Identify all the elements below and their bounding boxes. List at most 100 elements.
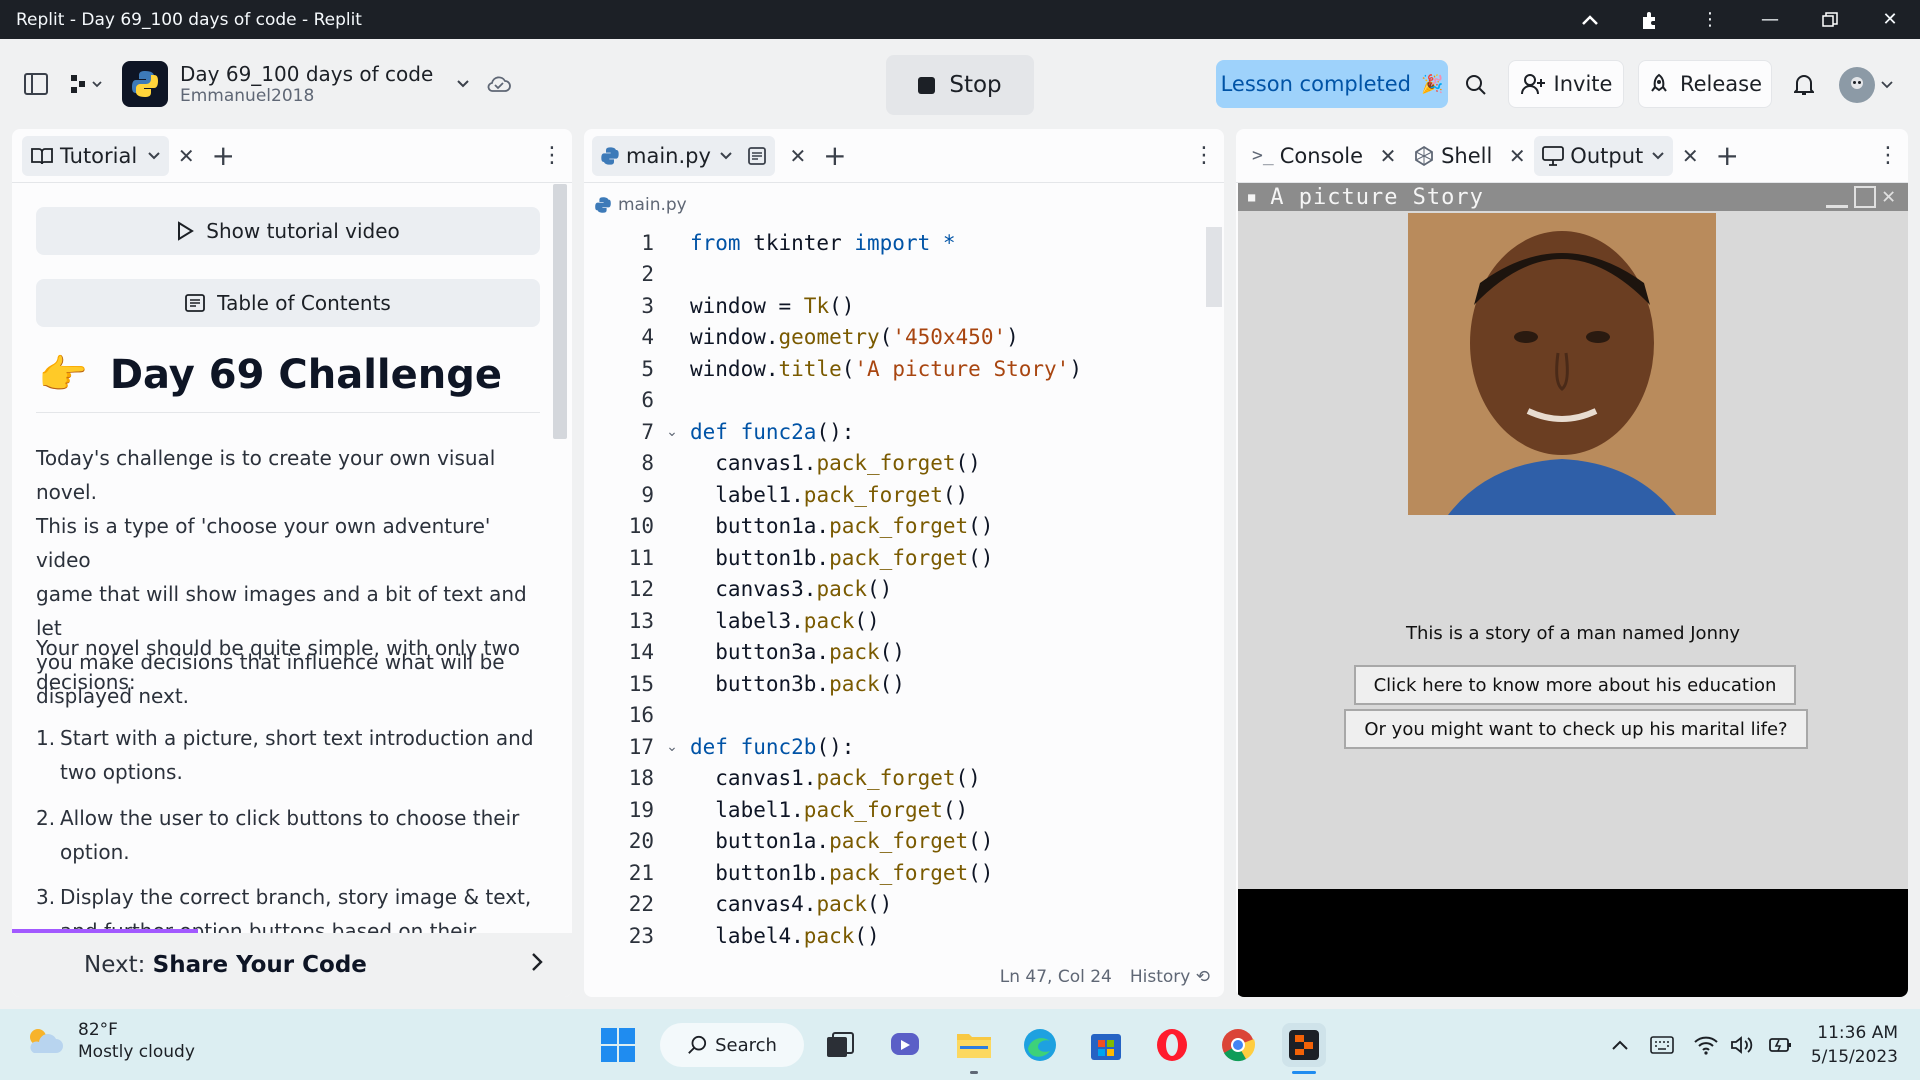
document-icon [748,146,766,165]
chevron-down-icon[interactable] [445,79,481,89]
microsoft-store-icon[interactable] [1084,1023,1128,1067]
chrome-browser-icon[interactable] [1216,1023,1260,1067]
add-tab-button[interactable]: + [203,139,243,172]
tk-menu-icon[interactable]: ■ [1248,190,1256,204]
code-line[interactable]: 3 window = Tk() [584,290,1204,322]
stop-button[interactable]: Stop [886,55,1034,115]
tab-main-py[interactable]: main.py [592,135,775,176]
battery-charging-icon[interactable] [1762,1023,1798,1067]
taskbar-search[interactable]: Search [660,1023,804,1067]
code-line[interactable]: 9 label1.pack_forget() [584,479,1204,511]
code-line[interactable]: 6 [584,385,1204,417]
code-line[interactable]: 5 window.title('A picture Story') [584,353,1204,385]
close-tab-main-py[interactable]: ✕ [781,144,815,168]
lesson-completed-button[interactable]: Lesson completed 🎉 [1216,60,1448,108]
more-vertical-icon[interactable]: ⋮ [1868,143,1908,168]
repl-title[interactable]: Day 69_100 days of code Emmanuel2018 [180,62,433,106]
table-of-contents-button[interactable]: Table of Contents [36,279,540,327]
next-prefix: Next: [84,952,146,978]
code-line[interactable]: 7 ⌄ def func2a(): [584,416,1204,448]
chevron-up-icon[interactable] [1598,1023,1642,1067]
bell-icon[interactable] [1784,67,1824,103]
extensions-icon[interactable] [1620,0,1680,39]
stop-icon [918,76,936,94]
code-line[interactable]: 15 button3b.pack() [584,668,1204,700]
code-line[interactable]: 23 label4.pack() [584,920,1204,952]
system-clock[interactable]: 11:36 AM 5/15/2023 [1811,1021,1898,1069]
more-vertical-icon[interactable]: ⋮ [532,143,572,168]
release-button[interactable]: Release [1638,60,1772,108]
windows-start-icon[interactable] [596,1023,640,1067]
code-line[interactable]: 4 window.geometry('450x450') [584,322,1204,354]
close-tab-output[interactable]: ✕ [1673,144,1707,168]
tab-tutorial[interactable]: Tutorial [22,135,170,176]
marital-life-button[interactable]: Or you might want to check up his marita… [1344,709,1808,749]
file-explorer-icon[interactable] [952,1023,996,1067]
close-tab-console[interactable]: ✕ [1371,144,1405,168]
code-line[interactable]: 10 button1a.pack_forget() [584,511,1204,543]
search-icon[interactable] [1456,67,1496,103]
code-text: window.geometry('450x450') [690,325,1019,350]
avatar-menu[interactable] [1836,65,1896,105]
code-line[interactable]: 11 button1b.pack_forget() [584,542,1204,574]
next-lesson-bar[interactable]: Next: Share Your Code [12,933,572,997]
more-vertical-icon[interactable]: ⋮ [1184,143,1224,168]
cloud-sync-icon[interactable] [481,75,517,93]
close-tab-shell[interactable]: ✕ [1500,144,1534,168]
sidebar-toggle-icon[interactable] [12,73,60,95]
code-line[interactable]: 20 button1a.pack_forget() [584,826,1204,858]
show-tutorial-video-button[interactable]: Show tutorial video [36,207,540,255]
teams-chat-icon[interactable] [884,1023,928,1067]
apps-menu-icon[interactable] [60,73,112,95]
edge-browser-icon[interactable] [1018,1023,1062,1067]
tab-shell[interactable]: Shell [1405,136,1500,176]
add-tab-button[interactable]: + [1707,139,1747,172]
code-line[interactable]: 18 canvas1.pack_forget() [584,763,1204,795]
weather-widget[interactable]: 82°F Mostly cloudy [24,1019,195,1063]
volume-icon[interactable] [1724,1023,1760,1067]
tutorial-heading: 👉 Day 69 Challenge [38,351,502,399]
monitor-icon [1542,145,1565,166]
code-line[interactable]: 12 canvas3.pack() [584,574,1204,606]
close-window-button[interactable]: ✕ [1860,0,1920,39]
code-line[interactable]: 19 label1.pack_forget() [584,794,1204,826]
task-view-icon[interactable] [818,1023,862,1067]
fold-chevron-icon[interactable]: ⌄ [654,739,690,755]
code-editor[interactable]: 1 from tkinter import * 2 3 window = Tk() 4 wi… [584,227,1204,952]
code-line[interactable]: 17 ⌄ def func2b(): [584,731,1204,763]
tab-console[interactable]: >_ Console [1244,136,1371,176]
fold-chevron-icon[interactable]: ⌄ [654,424,690,440]
tutorial-scrollbar[interactable] [553,184,567,439]
code-line[interactable]: 8 canvas1.pack_forget() [584,448,1204,480]
code-line[interactable]: 13 label3.pack() [584,605,1204,637]
more-vertical-icon[interactable]: ⋮ [1680,0,1740,39]
code-line[interactable]: 16 [584,700,1204,732]
restore-button[interactable] [1800,0,1860,39]
code-line[interactable]: 2 [584,259,1204,291]
breadcrumb[interactable]: main.py [584,183,1224,227]
output-panel: >_ Console ✕ Shell ✕ Output ✕ + ⋮ ■ A pi… [1236,129,1908,997]
code-text: canvas1.pack_forget() [690,766,981,791]
tk-minimize-icon[interactable] [1826,186,1848,208]
editor-scrollbar[interactable] [1206,227,1222,307]
code-line[interactable]: 1 from tkinter import * [584,227,1204,259]
minimize-button[interactable]: — [1740,0,1800,39]
heading-text: Day 69 Challenge [109,351,502,398]
wifi-icon[interactable] [1688,1023,1724,1067]
opera-browser-icon[interactable] [1150,1023,1194,1067]
education-button[interactable]: Click here to know more about his educat… [1354,665,1796,705]
code-line[interactable]: 14 button3a.pack() [584,637,1204,669]
cursor-position[interactable]: Ln 47, Col 24 [1000,967,1112,987]
history-button[interactable]: History ⟲ [1130,967,1210,987]
add-tab-button[interactable]: + [815,139,855,172]
keyboard-icon[interactable] [1640,1023,1684,1067]
tab-output[interactable]: Output [1534,135,1674,176]
close-tab-tutorial[interactable]: ✕ [169,144,203,168]
code-line[interactable]: 22 canvas4.pack() [584,889,1204,921]
tk-maximize-icon[interactable] [1854,186,1876,208]
invite-button[interactable]: Invite [1508,60,1624,108]
tk-close-icon[interactable]: ✕ [1882,186,1904,208]
chevron-up-icon[interactable] [1560,0,1620,39]
code-line[interactable]: 21 button1b.pack_forget() [584,857,1204,889]
replit-app-icon[interactable] [1282,1023,1326,1067]
